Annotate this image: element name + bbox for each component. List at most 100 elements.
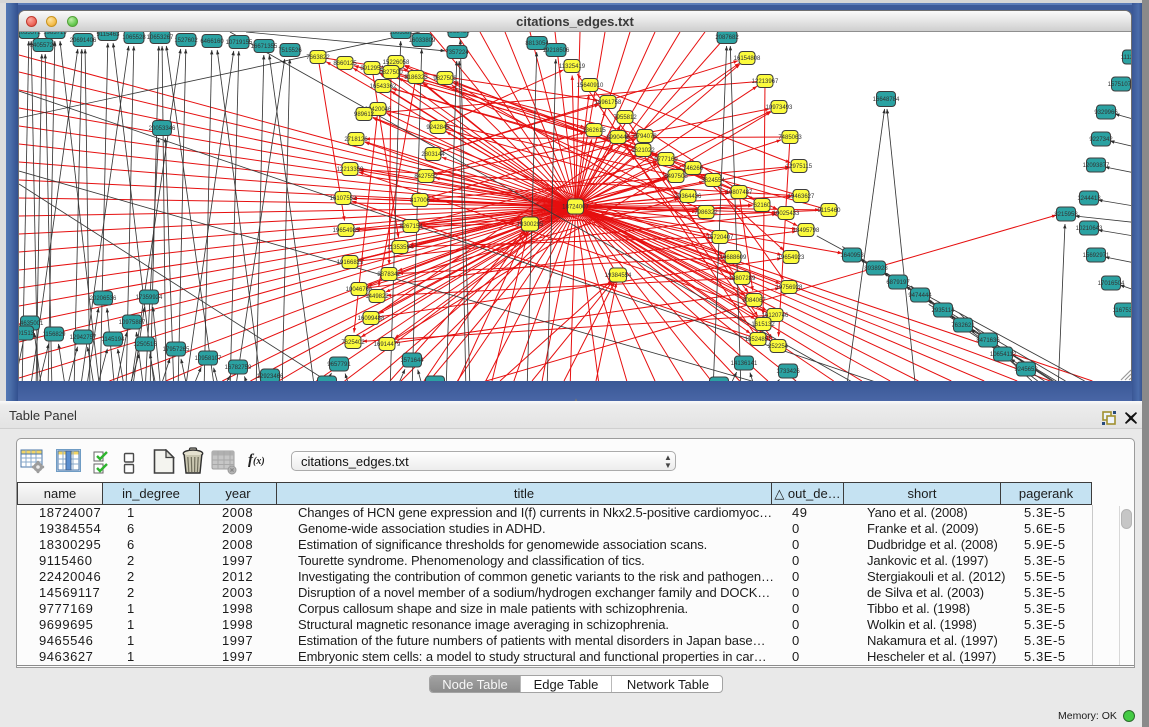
svg-text:1983719: 1983719: [43, 32, 67, 36]
svg-text:14055724: 14055724: [30, 43, 57, 49]
svg-text:18495798: 18495798: [793, 228, 820, 234]
svg-text:1571644: 1571644: [400, 358, 424, 364]
svg-text:1449822: 1449822: [365, 294, 389, 300]
svg-text:15640910: 15640910: [577, 83, 604, 89]
svg-text:1621022: 1621022: [631, 148, 655, 154]
svg-text:11353594: 11353594: [387, 245, 414, 251]
svg-text:7625402: 7625402: [341, 340, 365, 346]
svg-text:14136141: 14136141: [731, 361, 758, 367]
svg-text:19654923: 19654923: [778, 255, 805, 261]
svg-text:10958107: 10958107: [195, 356, 222, 362]
svg-text:2935114: 2935114: [932, 308, 956, 314]
svg-text:9657791: 9657791: [327, 362, 351, 368]
svg-text:8990448: 8990448: [606, 135, 630, 141]
svg-text:7515526: 7515526: [278, 48, 302, 54]
svg-text:18807289: 18807289: [729, 276, 756, 282]
svg-text:12213359: 12213359: [337, 167, 364, 173]
svg-text:1603381: 1603381: [389, 32, 413, 36]
svg-text:7485063: 7485063: [778, 135, 802, 141]
svg-text:1112345: 1112345: [1121, 55, 1132, 61]
svg-text:20364436: 20364436: [675, 194, 702, 200]
svg-text:15720407: 15720407: [707, 235, 734, 241]
svg-text:7955812: 7955812: [613, 115, 637, 121]
svg-text:16154808: 16154808: [734, 56, 761, 62]
svg-text:2803144: 2803144: [421, 152, 445, 158]
svg-text:252254: 252254: [768, 344, 789, 350]
svg-text:6466160: 6466160: [200, 39, 224, 45]
svg-text:9227342: 9227342: [1089, 137, 1113, 143]
svg-text:10719155: 10719155: [226, 40, 253, 46]
svg-text:17957265: 17957265: [163, 347, 190, 353]
svg-text:13524851: 13524851: [745, 337, 772, 343]
svg-text:12975115: 12975115: [786, 164, 813, 170]
svg-text:15751074: 15751074: [1108, 82, 1132, 88]
svg-text:1362615: 1362615: [582, 128, 606, 134]
svg-text:17359924: 17359924: [136, 295, 163, 301]
svg-text:16099488: 16099488: [358, 316, 385, 322]
svg-text:10210643: 10210643: [1076, 226, 1103, 232]
svg-text:12923466: 12923466: [257, 374, 284, 380]
svg-text:16033809: 16033809: [409, 38, 436, 44]
svg-text:1156829: 1156829: [43, 332, 67, 338]
svg-text:8267154: 8267154: [399, 224, 423, 230]
svg-text:817006: 817006: [410, 198, 431, 204]
svg-text:8186323: 8186323: [404, 75, 428, 81]
svg-text:12093877: 12093877: [1083, 163, 1110, 169]
svg-text:18724007: 18724007: [562, 205, 589, 211]
svg-text:9329966: 9329966: [1094, 110, 1118, 116]
svg-text:9084067: 9084067: [742, 298, 766, 304]
svg-text:16782759: 16782759: [225, 365, 252, 371]
svg-text:9242845: 9242845: [426, 125, 450, 131]
svg-text:19463627: 19463627: [788, 194, 815, 200]
svg-text:10654112: 10654112: [990, 352, 1017, 358]
svg-text:10688609: 10688609: [720, 255, 747, 261]
svg-text:16648784: 16648784: [873, 97, 900, 103]
svg-text:1250515: 1250515: [133, 342, 157, 348]
svg-text:16671355: 16671355: [251, 44, 278, 50]
svg-text:19166825: 19166825: [337, 260, 364, 266]
svg-text:11325419: 11325419: [559, 64, 586, 70]
svg-text:20691406: 20691406: [70, 38, 97, 44]
svg-text:9827500: 9827500: [379, 70, 403, 76]
svg-text:19384554: 19384554: [605, 273, 632, 279]
svg-text:62160: 62160: [754, 203, 771, 209]
svg-text:8471636: 8471636: [976, 338, 1000, 344]
svg-text:10807487: 10807487: [726, 190, 753, 196]
svg-text:19756928: 19756928: [776, 285, 803, 291]
svg-text:1733426: 1733426: [776, 369, 800, 375]
svg-text:9115460: 9115460: [818, 208, 842, 214]
svg-text:20053346: 20053346: [149, 126, 176, 132]
svg-text:8427552: 8427552: [414, 174, 438, 180]
svg-text:8938928: 8938928: [864, 266, 888, 272]
svg-text:10025433: 10025433: [773, 211, 800, 217]
svg-text:8215958: 8215958: [1054, 212, 1078, 218]
svg-text:7986322: 7986322: [694, 210, 718, 216]
svg-text:8878342: 8878342: [377, 272, 401, 278]
svg-text:10653267: 10653267: [147, 35, 174, 41]
svg-text:1527602: 1527602: [174, 38, 198, 44]
svg-text:9474444: 9474444: [908, 293, 932, 299]
svg-text:16914479: 16914479: [374, 342, 401, 348]
svg-text:1167534: 1167534: [1113, 308, 1132, 314]
svg-text:16107552: 16107552: [330, 196, 357, 202]
svg-text:19654985: 19654985: [333, 228, 360, 234]
svg-text:15692971: 15692971: [1083, 253, 1110, 259]
svg-text:9115463: 9115463: [97, 32, 121, 38]
svg-text:1615132: 1615132: [751, 322, 775, 328]
svg-text:391513: 391513: [19, 331, 35, 337]
svg-text:1932458: 1932458: [446, 32, 470, 35]
svg-text:9794078: 9794078: [633, 134, 657, 140]
svg-text:20206536: 20206536: [90, 296, 117, 302]
svg-text:1640953: 1640953: [840, 253, 864, 259]
svg-text:6879197: 6879197: [886, 280, 910, 286]
svg-text:746266: 746266: [683, 166, 704, 172]
svg-text:6497508: 6497508: [664, 174, 688, 180]
svg-text:17016504: 17016504: [1098, 281, 1125, 287]
svg-text:7357224: 7357224: [445, 50, 469, 56]
svg-text:9245652: 9245652: [1014, 367, 1038, 373]
svg-text:2087682: 2087682: [715, 35, 739, 41]
svg-text:1065528: 1065528: [122, 35, 146, 41]
svg-text:7632621: 7632621: [951, 323, 975, 329]
svg-text:2718126: 2718126: [344, 137, 368, 143]
svg-text:16961758: 16961758: [595, 100, 622, 106]
